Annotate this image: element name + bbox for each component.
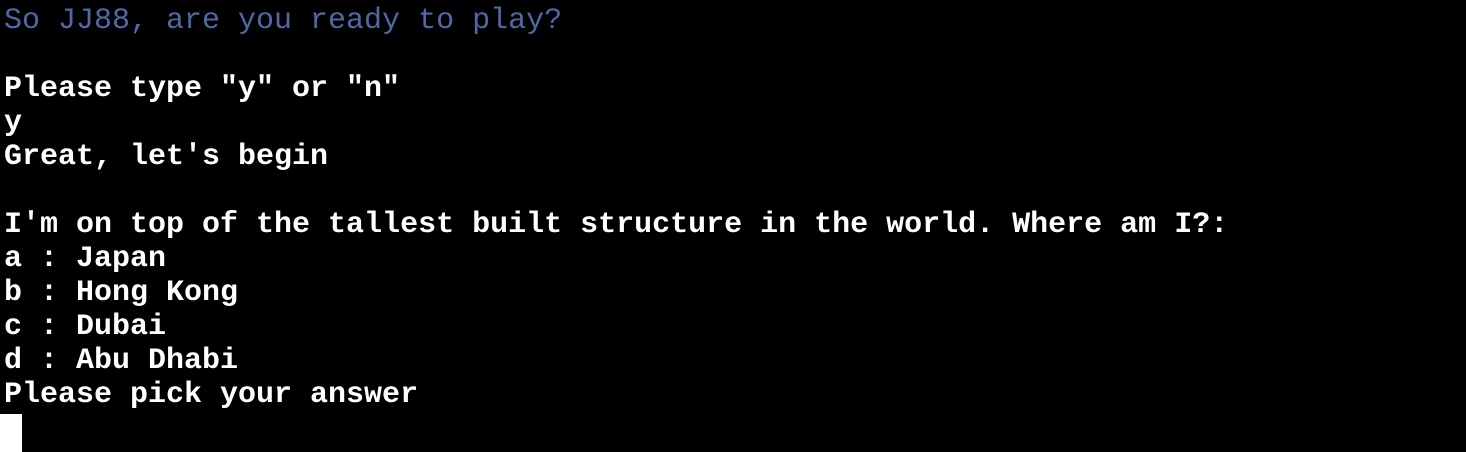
begin-message: Great, let's begin [4, 140, 329, 174]
answer-prompt: Please pick your answer [4, 378, 419, 412]
option-c: c : Dubai [4, 310, 167, 344]
terminal-window[interactable]: So JJ88, are you ready to play? Please t… [0, 0, 1466, 452]
option-a: a : Japan [4, 242, 167, 276]
yes-no-instruction: Please type "y" or "n" [4, 72, 401, 106]
terminal-cursor[interactable] [0, 414, 22, 452]
ready-to-play-prompt: So JJ88, are you ready to play? [4, 4, 563, 38]
option-d: d : Abu Dhabi [4, 344, 239, 378]
option-b: b : Hong Kong [4, 276, 239, 310]
user-input-echo: y [4, 106, 23, 140]
question-text: I'm on top of the tallest built structur… [4, 208, 1229, 242]
